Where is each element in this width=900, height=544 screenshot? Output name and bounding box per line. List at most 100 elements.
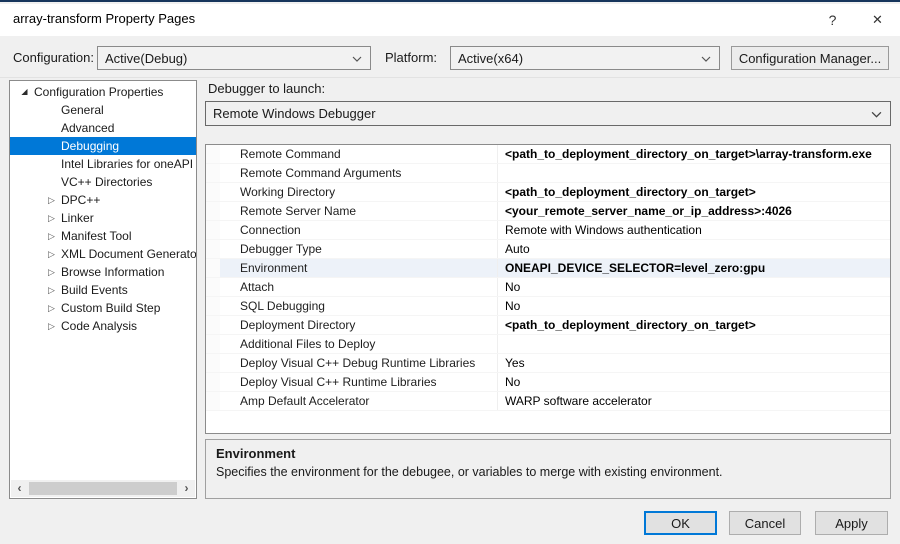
close-icon[interactable]: ✕: [855, 5, 900, 35]
configuration-manager-button[interactable]: Configuration Manager...: [731, 46, 889, 70]
scrollbar-thumb[interactable]: [29, 482, 177, 495]
sidebar-item-custom-build-step[interactable]: ▷ Custom Build Step: [10, 299, 196, 317]
expander-collapsed-icon[interactable]: ▷: [46, 263, 57, 281]
tree-item-label: Custom Build Step: [61, 301, 161, 315]
property-value[interactable]: [497, 335, 890, 353]
property-value[interactable]: No: [497, 278, 890, 296]
property-value[interactable]: Remote with Windows authentication: [497, 221, 890, 239]
property-value[interactable]: <path_to_deployment_directory_on_target>: [497, 316, 890, 334]
property-row-deploy-visual-c-debug-runtime-libraries[interactable]: Deploy Visual C++ Debug Runtime Librarie…: [206, 354, 890, 373]
property-row-additional-files-to-deploy[interactable]: Additional Files to Deploy: [206, 335, 890, 354]
tree-item-label: Code Analysis: [61, 319, 138, 333]
property-row-debugger-type[interactable]: Debugger Type Auto: [206, 240, 890, 259]
expander-collapsed-icon[interactable]: ▷: [46, 281, 57, 299]
property-row-working-directory[interactable]: Working Directory <path_to_deployment_dir…: [206, 183, 890, 202]
description-panel: Environment Specifies the environment fo…: [205, 439, 891, 499]
sidebar-item-linker[interactable]: ▷ Linker: [10, 209, 196, 227]
expander-collapsed-icon[interactable]: ▷: [46, 209, 57, 227]
row-gutter: [206, 316, 220, 334]
property-row-deploy-visual-c-runtime-libraries[interactable]: Deploy Visual C++ Runtime Libraries No: [206, 373, 890, 392]
tree-horizontal-scrollbar[interactable]: ‹ ›: [11, 480, 195, 497]
tree-item-label: Linker: [61, 211, 94, 225]
tree-item-label: VC++ Directories: [61, 175, 153, 189]
property-value[interactable]: No: [497, 297, 890, 315]
row-gutter: [206, 354, 220, 372]
sidebar-item-vc-directories[interactable]: VC++ Directories: [10, 173, 196, 191]
tree-item-label: Intel Libraries for oneAPI: [61, 157, 194, 171]
sidebar-item-build-events[interactable]: ▷ Build Events: [10, 281, 196, 299]
property-row-attach[interactable]: Attach No: [206, 278, 890, 297]
scroll-right-icon[interactable]: ›: [178, 480, 195, 497]
property-row-environment[interactable]: Environment ONEAPI_DEVICE_SELECTOR=level_…: [206, 259, 890, 278]
expander-collapsed-icon[interactable]: ▷: [46, 299, 57, 317]
property-name: Remote Server Name: [240, 204, 357, 218]
scroll-left-icon[interactable]: ‹: [11, 480, 28, 497]
property-value[interactable]: <path_to_deployment_directory_on_target>: [497, 183, 890, 201]
configuration-value: Active(Debug): [105, 50, 188, 66]
property-row-amp-default-accelerator[interactable]: Amp Default Accelerator WARP software acc…: [206, 392, 890, 411]
property-row-remote-command[interactable]: Remote Command <path_to_deployment_direct…: [206, 145, 890, 164]
property-value[interactable]: No: [497, 373, 890, 391]
property-value[interactable]: <your_remote_server_name_or_ip_address>:…: [497, 202, 890, 220]
platform-value: Active(x64): [458, 50, 524, 66]
description-title: Environment: [216, 446, 296, 461]
expander-collapsed-icon[interactable]: ▷: [46, 191, 57, 209]
property-name: Deploy Visual C++ Debug Runtime Librarie…: [240, 356, 476, 370]
sidebar-item-advanced[interactable]: Advanced: [10, 119, 196, 137]
apply-button[interactable]: Apply: [815, 511, 888, 535]
property-row-deployment-directory[interactable]: Deployment Directory <path_to_deployment_…: [206, 316, 890, 335]
debugger-value: Remote Windows Debugger: [213, 106, 376, 121]
row-gutter: [206, 221, 220, 239]
row-gutter: [206, 335, 220, 353]
property-name: SQL Debugging: [240, 299, 325, 313]
help-icon[interactable]: ?: [810, 5, 855, 35]
property-name: Remote Command Arguments: [240, 166, 402, 180]
platform-select[interactable]: Active(x64): [450, 46, 720, 70]
property-name: Additional Files to Deploy: [240, 337, 376, 351]
property-value[interactable]: Yes: [497, 354, 890, 372]
property-value[interactable]: ONEAPI_DEVICE_SELECTOR=level_zero:gpu: [497, 259, 890, 277]
property-row-connection[interactable]: Connection Remote with Windows authentica…: [206, 221, 890, 240]
property-name: Environment: [240, 261, 308, 275]
tree-item-label: Browse Information: [61, 265, 165, 279]
debugger-select[interactable]: Remote Windows Debugger: [205, 101, 891, 126]
cancel-button[interactable]: Cancel: [729, 511, 801, 535]
sidebar-item-code-analysis[interactable]: ▷ Code Analysis: [10, 317, 196, 335]
row-gutter: [206, 392, 220, 410]
property-row-sql-debugging[interactable]: SQL Debugging No: [206, 297, 890, 316]
sidebar-item-debugging[interactable]: Debugging: [10, 137, 196, 155]
row-gutter: [206, 183, 220, 201]
property-value[interactable]: Auto: [497, 240, 890, 258]
configuration-label: Configuration:: [13, 50, 94, 65]
expander-collapsed-icon[interactable]: ▷: [46, 227, 57, 245]
row-gutter: [206, 278, 220, 296]
sidebar-item-manifest-tool[interactable]: ▷ Manifest Tool: [10, 227, 196, 245]
expander-collapsed-icon[interactable]: ▷: [46, 245, 57, 263]
expander-collapsed-icon[interactable]: ▷: [46, 317, 57, 335]
configuration-select[interactable]: Active(Debug): [97, 46, 371, 70]
row-gutter: [206, 240, 220, 258]
property-name: Attach: [240, 280, 275, 294]
property-row-remote-command-arguments[interactable]: Remote Command Arguments: [206, 164, 890, 183]
sidebar-item-browse-information[interactable]: ▷ Browse Information: [10, 263, 196, 281]
row-gutter: [206, 164, 220, 182]
ok-button[interactable]: OK: [644, 511, 717, 535]
sidebar-item-intel-libraries-for-oneapi[interactable]: Intel Libraries for oneAPI: [10, 155, 196, 173]
sidebar-item-general[interactable]: General: [10, 101, 196, 119]
expander-expanded-icon[interactable]: ◢: [19, 83, 30, 101]
property-pages-dialog: array-transform Property Pages ? ✕ Confi…: [0, 0, 900, 544]
sidebar-item-dpc[interactable]: ▷ DPC++: [10, 191, 196, 209]
sidebar-item-configuration-properties[interactable]: ◢ Configuration Properties: [10, 83, 196, 101]
property-value[interactable]: <path_to_deployment_directory_on_target>…: [497, 145, 890, 163]
sidebar-item-xml-document-generator[interactable]: ▷ XML Document Generator: [10, 245, 196, 263]
property-value[interactable]: WARP software accelerator: [497, 392, 890, 410]
window-title: array-transform Property Pages: [13, 11, 196, 26]
chevron-down-icon: [871, 111, 882, 118]
property-row-remote-server-name[interactable]: Remote Server Name <your_remote_server_na…: [206, 202, 890, 221]
tree-item-label: Manifest Tool: [61, 229, 132, 243]
property-value[interactable]: [497, 164, 890, 182]
tree-item-label: XML Document Generator: [61, 247, 196, 261]
chevron-down-icon: [352, 56, 362, 62]
row-gutter: [206, 297, 220, 315]
row-gutter: [206, 373, 220, 391]
